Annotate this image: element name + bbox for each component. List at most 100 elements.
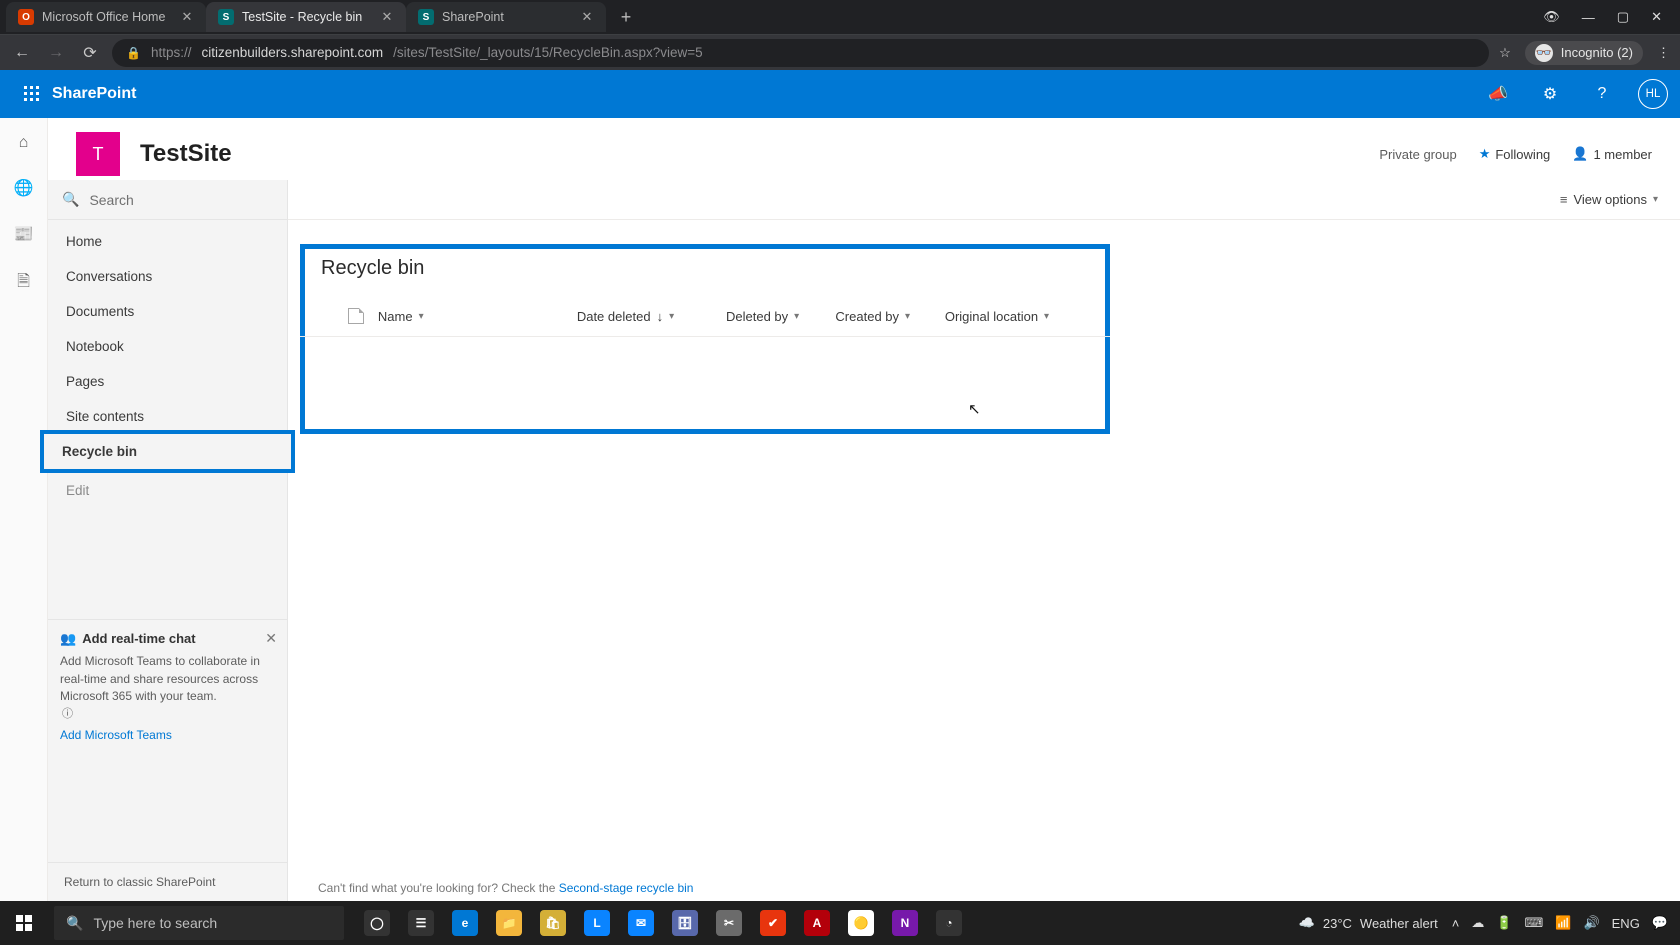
taskbar-app[interactable]: A [796, 901, 838, 945]
tray-volume-icon[interactable]: 🔊 [1583, 915, 1599, 931]
home-icon[interactable]: ⌂ [19, 134, 29, 152]
chevron-down-icon: ▾ [1044, 311, 1049, 322]
start-button[interactable] [0, 901, 48, 945]
suite-header: SharePoint 📣 ⚙ ? HL [0, 70, 1680, 118]
chevron-down-icon: ▾ [905, 311, 910, 322]
taskbar-app[interactable]: ✉ [620, 901, 662, 945]
weather-widget[interactable]: ☁️ 23°C Weather alert [1299, 915, 1438, 931]
incognito-indicator-icon: 👁 [1543, 9, 1560, 25]
promo-link[interactable]: Add Microsoft Teams [60, 727, 172, 744]
nav-list: Home Conversations Documents Notebook Pa… [48, 220, 287, 512]
info-icon[interactable]: ⓘ [62, 708, 73, 720]
news-icon[interactable]: 📰 [14, 224, 34, 244]
taskbar-app[interactable]: e [444, 901, 486, 945]
chevron-down-icon: ▾ [1653, 194, 1658, 205]
nav-edit[interactable]: Edit [48, 473, 287, 508]
tray-notifications-icon[interactable]: 💬 [1652, 915, 1668, 931]
help-button[interactable]: ? [1586, 78, 1618, 110]
incognito-badge[interactable]: 👓 Incognito (2) [1525, 41, 1643, 65]
address-row: ← → ⟳ 🔒 https://citizenbuilders.sharepoi… [0, 34, 1680, 70]
taskbar-apps: ◯☰e📁🛍L✉🗄✂✔A🟡N◔ [356, 901, 970, 945]
site-logo[interactable]: T [76, 132, 120, 176]
page-body: ⌂ 🌐 📰 🗎 T TestSite Private group ★ Follo… [0, 118, 1680, 901]
nav-conversations[interactable]: Conversations [48, 259, 287, 294]
taskbar-app[interactable]: 📁 [488, 901, 530, 945]
cursor-icon: ↖ [968, 400, 981, 418]
column-headers: Name▾ Date deleted ↓ ▾ Deleted by▾ Creat… [300, 280, 1110, 337]
nav-notebook[interactable]: Notebook [48, 329, 287, 364]
reload-button[interactable]: ⟳ [78, 41, 102, 65]
chevron-down-icon: ▾ [419, 311, 424, 322]
taskbar-app[interactable]: N [884, 901, 926, 945]
search-icon: 🔍 [66, 915, 83, 932]
tab-bar: O Microsoft Office Home ✕ S TestSite - R… [0, 0, 1680, 34]
close-window-button[interactable]: ✕ [1651, 9, 1662, 25]
members-button[interactable]: 👤 1 member [1572, 146, 1652, 162]
second-stage-link[interactable]: Second-stage recycle bin [559, 881, 694, 895]
col-header-created-by[interactable]: Created by▾ [835, 309, 944, 324]
maximize-button[interactable]: ▢ [1617, 9, 1629, 25]
browser-menu-button[interactable]: ⋮ [1657, 45, 1670, 61]
url-scheme: https:// [151, 45, 192, 60]
app-launcher-button[interactable] [12, 70, 52, 118]
forward-button[interactable]: → [44, 41, 68, 65]
weather-text: Weather alert [1360, 916, 1438, 931]
browser-tab-sharepoint[interactable]: S SharePoint ✕ [406, 2, 606, 32]
close-icon[interactable]: ✕ [580, 10, 594, 24]
nav-home[interactable]: Home [48, 224, 287, 259]
taskbar-search-placeholder: Type here to search [93, 915, 217, 931]
nav-site-contents[interactable]: Site contents [48, 399, 287, 434]
taskbar-app[interactable]: ✔ [752, 901, 794, 945]
browser-tab-office[interactable]: O Microsoft Office Home ✕ [6, 2, 206, 32]
tray-chevron-icon[interactable]: ˄ [1452, 916, 1460, 931]
nav-documents[interactable]: Documents [48, 294, 287, 329]
taskbar-app[interactable]: 🗄 [664, 901, 706, 945]
search-input[interactable]: 🔍 Search [48, 180, 287, 220]
taskbar-search[interactable]: 🔍 Type here to search [54, 906, 344, 940]
incognito-label: Incognito (2) [1561, 45, 1633, 60]
col-header-deleted-by[interactable]: Deleted by▾ [726, 309, 835, 324]
taskbar-app[interactable]: ◔ [928, 901, 970, 945]
megaphone-icon[interactable]: 📣 [1482, 78, 1514, 110]
tray-wifi-icon[interactable]: 📶 [1555, 915, 1571, 931]
browser-chrome: O Microsoft Office Home ✕ S TestSite - R… [0, 0, 1680, 70]
nav-recycle-bin[interactable]: Recycle bin [44, 434, 291, 469]
return-classic-link[interactable]: Return to classic SharePoint [48, 862, 287, 901]
follow-button[interactable]: ★ Following [1479, 146, 1551, 162]
site-header: T TestSite Private group ★ Following 👤 1… [48, 118, 1680, 180]
user-avatar[interactable]: HL [1638, 79, 1668, 109]
windows-taskbar: 🔍 Type here to search ◯☰e📁🛍L✉🗄✂✔A🟡N◔ ☁️ … [0, 901, 1680, 945]
tray-cloud-icon[interactable]: ☁ [1471, 915, 1484, 931]
taskbar-app[interactable]: ☰ [400, 901, 442, 945]
new-tab-button[interactable]: + [612, 3, 640, 31]
tray-battery-icon[interactable]: 🔋 [1496, 915, 1512, 931]
nav-pages[interactable]: Pages [48, 364, 287, 399]
files-icon[interactable]: 🗎 [17, 270, 30, 297]
tray-language[interactable]: ENG [1612, 916, 1640, 931]
close-icon[interactable]: ✕ [380, 10, 394, 24]
col-header-date-deleted[interactable]: Date deleted ↓ ▾ [577, 309, 726, 324]
taskbar-app[interactable]: 🛍 [532, 901, 574, 945]
browser-tab-testsite[interactable]: S TestSite - Recycle bin ✕ [206, 2, 406, 32]
taskbar-app[interactable]: ✂ [708, 901, 750, 945]
taskbar-app[interactable]: L [576, 901, 618, 945]
taskbar-app[interactable]: ◯ [356, 901, 398, 945]
close-icon[interactable]: ✕ [180, 10, 194, 24]
taskbar-app[interactable]: 🟡 [840, 901, 882, 945]
minimize-button[interactable]: — [1582, 10, 1595, 25]
back-button[interactable]: ← [10, 41, 34, 65]
chevron-down-icon: ▾ [794, 311, 799, 322]
close-icon[interactable]: ✕ [265, 628, 277, 648]
globe-icon[interactable]: 🌐 [14, 178, 34, 198]
col-header-name[interactable]: Name▾ [378, 309, 577, 324]
bookmark-button[interactable]: ☆ [1499, 45, 1511, 61]
url-host: citizenbuilders.sharepoint.com [201, 45, 383, 60]
address-bar[interactable]: 🔒 https://citizenbuilders.sharepoint.com… [112, 39, 1489, 67]
col-header-original-location[interactable]: Original location▾ [945, 309, 1094, 324]
view-options-button[interactable]: View options [1573, 192, 1646, 207]
favicon-sharepoint: S [418, 9, 434, 25]
settings-button[interactable]: ⚙ [1534, 78, 1566, 110]
tray-keyboard-icon[interactable]: ⌨ [1525, 915, 1544, 931]
favicon-sharepoint: S [218, 9, 234, 25]
site-title: TestSite [140, 140, 232, 168]
